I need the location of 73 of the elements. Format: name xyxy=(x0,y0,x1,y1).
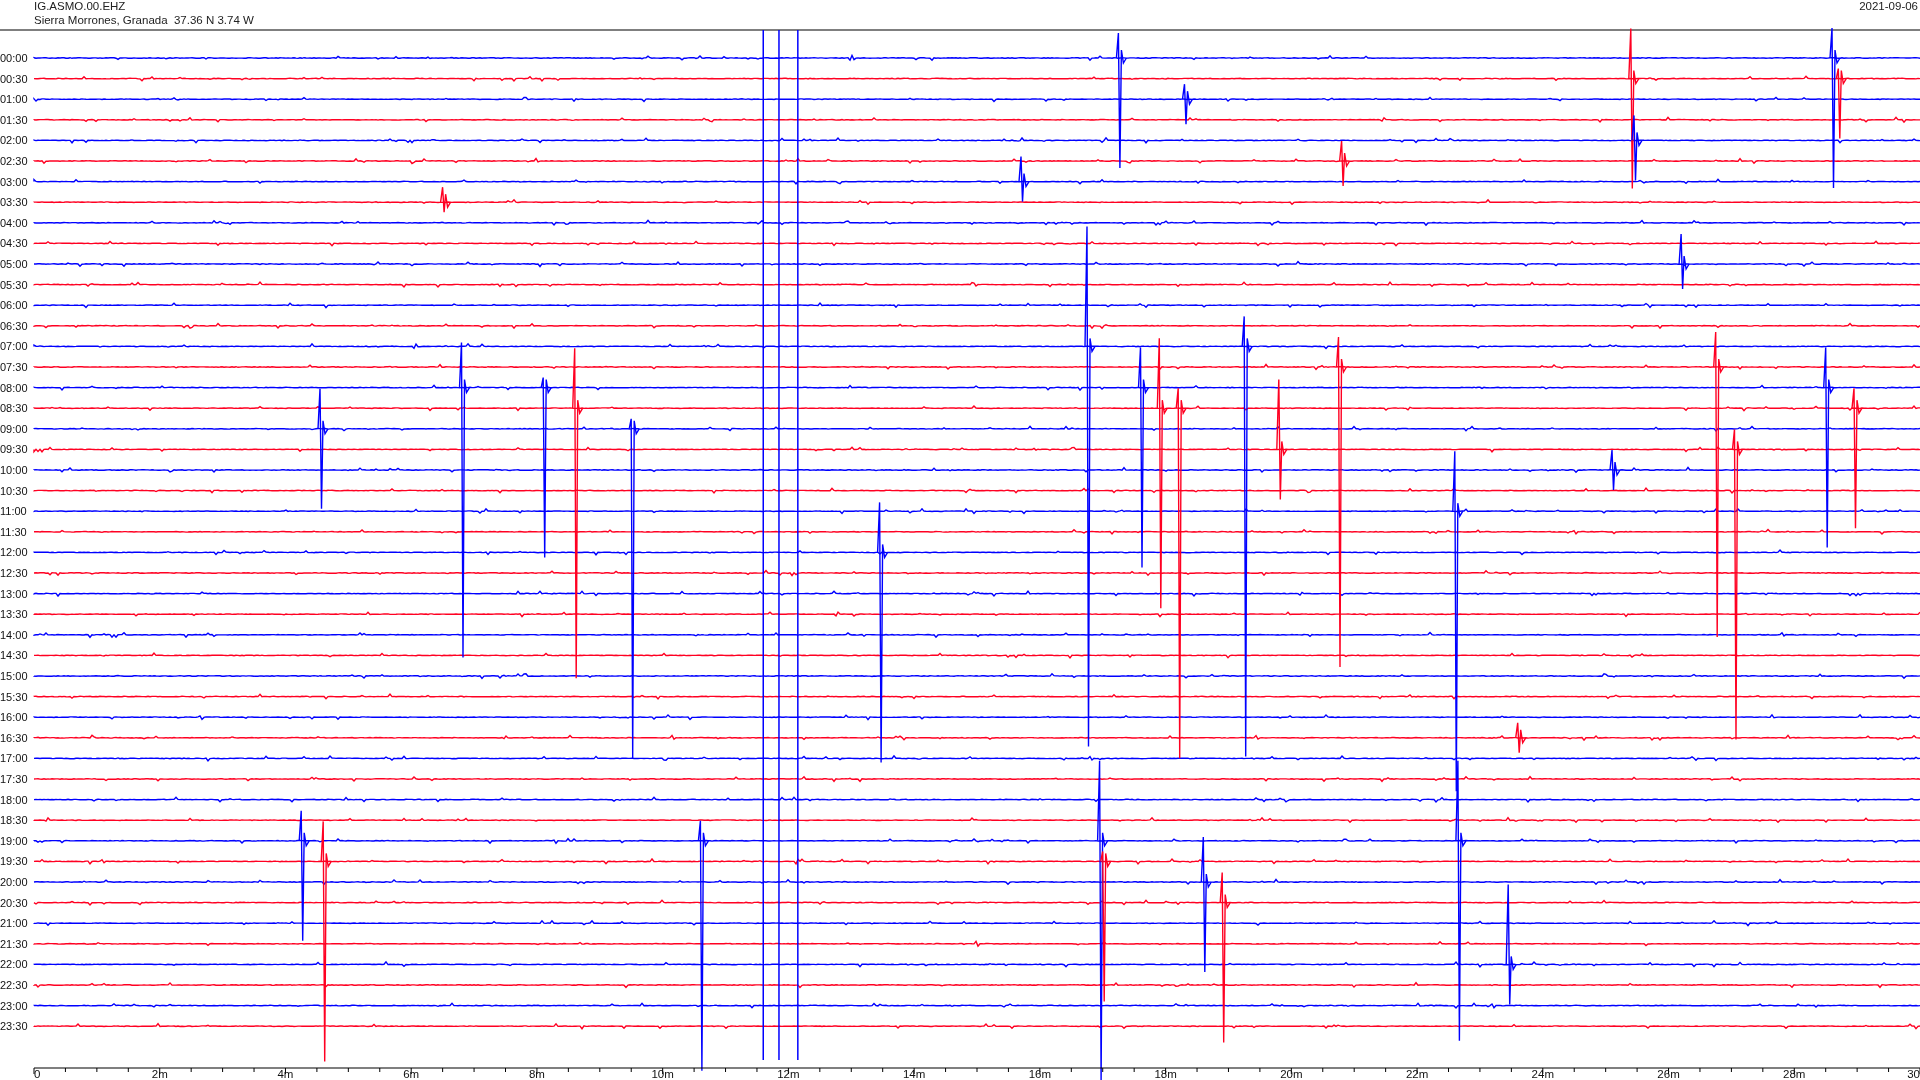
row-time-label: 09:00 xyxy=(0,422,28,435)
row-time-label: 18:00 xyxy=(0,793,28,806)
station-location: Sierra Morrones, Granada 37.36 N 3.74 W xyxy=(34,14,254,26)
row-time-label: 16:30 xyxy=(0,731,28,744)
row-time-label: 20:00 xyxy=(0,876,28,888)
axis-tick-label: 14m xyxy=(902,1068,926,1080)
row-time-label: 07:30 xyxy=(0,361,28,373)
row-time-label: 09:30 xyxy=(0,443,28,456)
row-time-label: 00:30 xyxy=(0,72,28,85)
row-time-label: 14:00 xyxy=(0,628,28,641)
row-time-label: 01:00 xyxy=(0,93,28,106)
seismic-event-spike xyxy=(1338,140,1351,187)
row-time-label: 23:30 xyxy=(0,1020,28,1033)
row-time-label: 12:00 xyxy=(0,546,28,559)
seismic-event-spike xyxy=(1181,83,1194,125)
seismic-event-spike xyxy=(439,186,452,213)
seismic-event-spike xyxy=(1609,449,1621,491)
row-time-label: 04:00 xyxy=(0,216,28,229)
axis-tick-label: 0 xyxy=(34,1068,41,1080)
row-time-label: 16:00 xyxy=(0,711,28,724)
row-time-label: 06:30 xyxy=(0,319,28,332)
row-time-label: 08:00 xyxy=(0,381,28,394)
row-time-label: 10:00 xyxy=(0,464,28,476)
seismic-event-spike xyxy=(1515,722,1527,754)
row-time-label: 20:30 xyxy=(0,896,28,909)
axis-tick-label: 26m xyxy=(1657,1068,1680,1080)
row-time-label: 17:00 xyxy=(0,752,28,765)
row-time-label: 05:00 xyxy=(0,258,28,270)
row-time-label: 15:30 xyxy=(0,690,28,703)
station-code: IG.ASMO.00.EHZ xyxy=(34,0,126,12)
row-time-label: 11:30 xyxy=(0,525,27,538)
row-time-label: 07:00 xyxy=(0,340,28,353)
row-time-label: 23:00 xyxy=(0,999,28,1012)
row-time-label: 05:30 xyxy=(0,278,28,291)
axis-tick-label: 10m xyxy=(651,1068,674,1080)
row-time-label: 15:00 xyxy=(0,670,28,682)
axis-tick-label: 8m xyxy=(528,1068,545,1080)
row-time-label: 08:30 xyxy=(0,402,28,415)
axis-tick-label: 20m xyxy=(1280,1068,1303,1080)
row-time-label: 21:30 xyxy=(0,937,28,950)
row-time-label: 12:30 xyxy=(0,567,28,579)
row-time-label: 19:30 xyxy=(0,855,28,868)
row-time-label: 22:00 xyxy=(0,958,28,971)
row-time-label: 00:00 xyxy=(0,52,28,64)
axis-tick-label: 16m xyxy=(1028,1068,1052,1080)
row-time-label: 13:00 xyxy=(0,587,28,600)
axis-tick-label: 6m xyxy=(403,1068,420,1080)
axis-tick-label: 22m xyxy=(1405,1068,1429,1080)
axis-tick-label: 24m xyxy=(1531,1068,1554,1080)
row-time-label: 18:30 xyxy=(0,814,28,827)
axis-tick-label: 28m xyxy=(1783,1068,1806,1080)
row-time-label: 10:30 xyxy=(0,484,28,497)
seismic-event-spike xyxy=(1678,233,1690,290)
plot-date: 2021-09-06 xyxy=(1859,0,1918,12)
row-time-label: 02:30 xyxy=(0,155,28,167)
row-time-label: 19:00 xyxy=(0,834,28,847)
row-time-label: 17:30 xyxy=(0,773,28,785)
row-time-label: 06:00 xyxy=(0,299,28,312)
row-time-label: 02:00 xyxy=(0,134,28,147)
seismic-event-spike xyxy=(1018,155,1030,203)
row-time-label: 22:30 xyxy=(0,979,28,991)
axis-tick-label: 18m xyxy=(1154,1068,1177,1080)
axis-tick-label: 30 xyxy=(1907,1068,1920,1080)
row-time-label: 03:30 xyxy=(0,196,28,209)
row-time-label: 04:30 xyxy=(0,237,28,250)
row-time-label: 03:00 xyxy=(0,175,28,188)
row-time-label: 21:00 xyxy=(0,917,28,930)
row-time-label: 01:30 xyxy=(0,113,28,126)
row-time-label: 14:30 xyxy=(0,649,28,662)
axis-tick-label: 12m xyxy=(777,1068,800,1080)
row-time-label: 11:00 xyxy=(0,505,27,518)
row-time-label: 13:30 xyxy=(0,608,28,621)
axis-tick-label: 2m xyxy=(151,1068,168,1080)
